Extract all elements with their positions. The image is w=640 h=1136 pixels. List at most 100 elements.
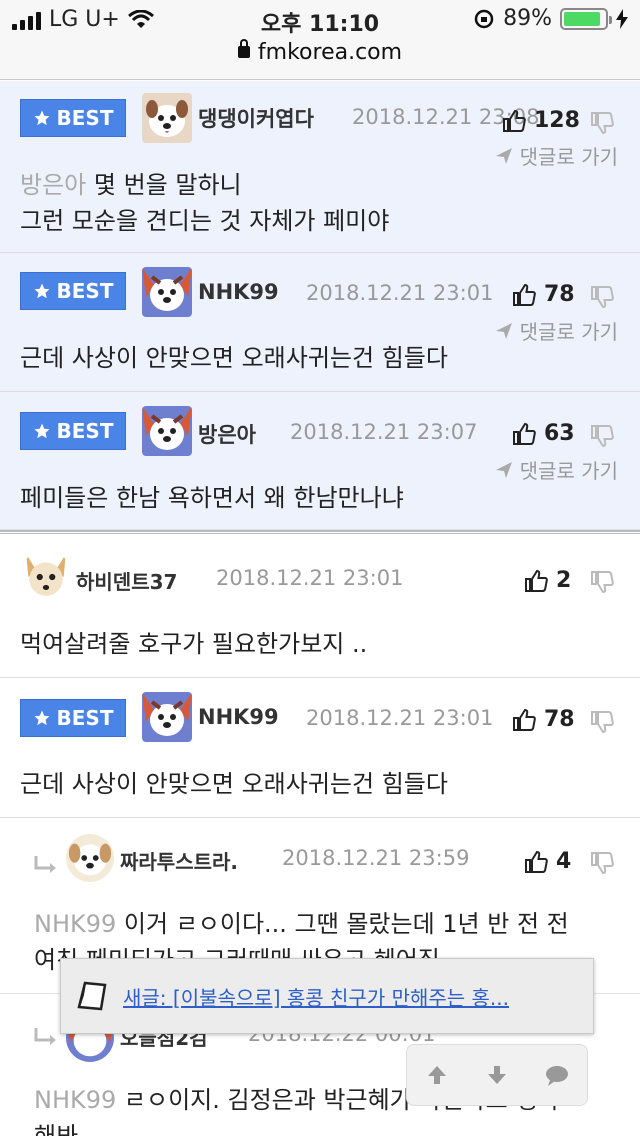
thumbs-down-icon[interactable] — [590, 424, 614, 448]
best-badge: BEST — [20, 699, 126, 737]
goto-comment-link[interactable]: 댓글로 가기 — [494, 455, 618, 484]
like-count: 78 — [544, 707, 575, 732]
like-count: 2 — [556, 568, 572, 593]
comment-body: 근데 사상이 안맞으면 오래사귀는건 힘들다 — [20, 344, 448, 372]
like-count: 63 — [544, 421, 575, 446]
goto-comment-link[interactable]: 댓글로 가기 — [494, 316, 618, 345]
battery-percent: 89% — [503, 6, 552, 31]
battery-icon — [560, 7, 612, 30]
comment-text: 이거 ㄹㅇ이다... 그땐 몰랐는데 1년 반 전 전 — [116, 910, 569, 938]
like-button[interactable]: 78 — [512, 707, 575, 732]
thumbs-down-icon[interactable] — [590, 851, 614, 875]
comment-author[interactable]: NHK99 — [198, 705, 279, 729]
comment-item: BEST NHK99 2018.12.21 23:01 78 근데 사상이 안맞… — [0, 678, 640, 818]
like-button[interactable]: 128 — [502, 108, 580, 133]
best-label: BEST — [56, 706, 114, 730]
send-arrow-icon — [495, 461, 512, 478]
comment-body: 페미들은 한남 욕하면서 왜 한남만나냐 — [20, 484, 404, 512]
best-label: BEST — [56, 106, 114, 130]
floating-nav — [406, 1044, 588, 1106]
new-post-link[interactable]: 새글: [이불속으로] 홍콩 친구가 만해주는 홍... — [123, 982, 509, 1011]
goto-label: 댓글로 가기 — [519, 320, 618, 344]
rotation-lock-icon — [474, 9, 494, 28]
arrow-up-icon[interactable] — [424, 1062, 450, 1088]
comment-date: 2018.12.21 23:01 — [306, 706, 494, 730]
comment-item: 하비덴트37 2018.12.21 23:01 2 먹여살려줄 호구가 필요한가… — [0, 536, 640, 678]
new-post-toast[interactable]: 새글: [이불속으로] 홍콩 친구가 만해주는 홍... — [60, 958, 594, 1034]
thumbs-down-icon[interactable] — [590, 570, 614, 594]
comment-text: 몇 번을 말하니 — [86, 171, 242, 199]
like-button[interactable]: 4 — [524, 849, 571, 874]
thumbs-up-icon — [525, 569, 548, 592]
battery-area: 89% — [473, 6, 628, 31]
comment-body: 방은아 몇 번을 말하니 그런 모순을 견디는 것 자체가 페미야 — [20, 167, 389, 239]
thumbs-down-icon[interactable] — [590, 710, 614, 734]
goto-label: 댓글로 가기 — [519, 145, 618, 169]
comment-author[interactable]: 댕댕이커엽다 — [198, 103, 314, 133]
avatar[interactable] — [142, 406, 192, 456]
send-arrow-icon — [495, 147, 512, 164]
thumbs-up-icon — [513, 283, 536, 306]
comment-date: 2018.12.21 23:07 — [290, 420, 478, 444]
thumbs-up-icon — [525, 850, 548, 873]
note-icon — [77, 981, 107, 1011]
mention-link[interactable]: NHK99 — [34, 910, 116, 938]
comment-line: 해봐 — [34, 1122, 79, 1136]
thumbs-up-icon — [503, 109, 526, 132]
comment-body: 근데 사상이 안맞으면 오래사귀는건 힘들다 — [20, 770, 448, 798]
comment-item: BEST 방은아 2018.12.21 23:07 63 댓글로 가기 페미들은… — [0, 392, 640, 530]
avatar[interactable] — [142, 692, 192, 742]
thumbs-up-icon — [513, 422, 536, 445]
reply-arrow-icon — [34, 856, 56, 873]
section-divider — [0, 530, 640, 534]
comment-line: NHK99 이거 ㄹㅇ이다... 그땐 몰랐는데 1년 반 전 전 — [34, 906, 569, 942]
like-count: 78 — [544, 282, 575, 307]
thumbs-down-icon[interactable] — [590, 111, 614, 135]
best-label: BEST — [56, 419, 114, 443]
goto-label: 댓글로 가기 — [519, 459, 618, 483]
like-button[interactable]: 78 — [512, 282, 575, 307]
star-icon — [34, 710, 50, 726]
star-icon — [34, 423, 50, 439]
mention-link[interactable]: 방은아 — [20, 171, 86, 199]
url-bar[interactable]: fmkorea.com — [0, 39, 640, 80]
like-button[interactable]: 63 — [512, 421, 575, 446]
avatar[interactable] — [20, 550, 72, 602]
arrow-down-icon[interactable] — [484, 1062, 510, 1088]
best-badge: BEST — [20, 412, 126, 450]
status-bar: LG U+ 오후 11:10 89% — [0, 0, 640, 40]
comment-line: 그런 모순을 견디는 것 자체가 페미야 — [20, 207, 390, 235]
comment-line: 방은아 몇 번을 말하니 — [20, 167, 389, 203]
best-badge: BEST — [20, 272, 126, 310]
send-arrow-icon — [495, 322, 512, 339]
comment-author[interactable]: NHK99 — [198, 280, 279, 304]
comment-item: BEST 댕댕이커엽다 2018.12.21 23:08 128 댓글로 가기 … — [0, 81, 640, 253]
best-label: BEST — [56, 279, 114, 303]
comment-date: 2018.12.21 23:59 — [282, 846, 470, 870]
comment-author[interactable]: 짜라투스트라. — [120, 846, 238, 875]
url-domain: fmkorea.com — [257, 40, 403, 65]
battery-fill — [564, 11, 600, 26]
avatar[interactable] — [66, 834, 114, 882]
comment-author[interactable]: 하비덴트37 — [76, 566, 177, 595]
comment-item: BEST NHK99 2018.12.21 23:01 78 댓글로 가기 근데… — [0, 253, 640, 392]
avatar[interactable] — [142, 267, 192, 317]
chat-bubble-icon[interactable] — [544, 1062, 570, 1088]
comment-author[interactable]: 방은아 — [198, 419, 256, 449]
charging-icon — [616, 8, 628, 29]
comment-body: 먹여살려줄 호구가 필요한가보지 .. — [20, 630, 368, 658]
goto-comment-link[interactable]: 댓글로 가기 — [494, 141, 618, 170]
star-icon — [34, 110, 50, 126]
thumbs-up-icon — [513, 708, 536, 731]
lock-icon — [237, 39, 250, 58]
thumbs-down-icon[interactable] — [590, 285, 614, 309]
best-badge: BEST — [20, 99, 126, 137]
star-icon — [34, 283, 50, 299]
like-button[interactable]: 2 — [524, 568, 571, 593]
avatar[interactable] — [142, 93, 192, 143]
comment-date: 2018.12.21 23:01 — [306, 281, 494, 305]
like-count: 128 — [534, 108, 580, 133]
like-count: 4 — [556, 849, 572, 874]
mention-link[interactable]: NHK99 — [34, 1086, 116, 1114]
comment-date: 2018.12.21 23:01 — [216, 566, 404, 590]
